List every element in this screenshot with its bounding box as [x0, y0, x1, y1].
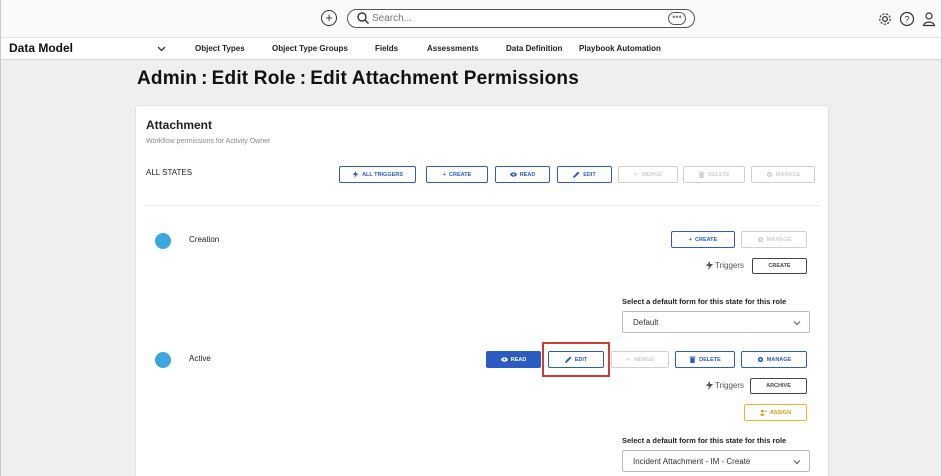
nav-item-object-type-groups[interactable]: Object Type Groups	[272, 44, 348, 53]
all-triggers-label: ALL TRIGGERS	[362, 171, 403, 178]
active-read-label: READ	[510, 356, 527, 363]
svg-text:?: ?	[904, 15, 909, 25]
edit-label: EDIT	[583, 171, 596, 178]
read-label: READ	[519, 171, 536, 178]
trash-icon	[698, 171, 705, 178]
lightning-icon	[706, 381, 713, 390]
card-subtitle: Workflow permissions for Activity Owner	[146, 138, 271, 145]
plus-icon: +	[688, 236, 692, 243]
active-manage-button[interactable]: MANAGE	[741, 351, 807, 368]
state-name-active: Active	[189, 354, 211, 363]
search-icon	[357, 12, 369, 24]
merge-icon: >-	[633, 171, 639, 178]
help-icon[interactable]: ?	[899, 11, 915, 27]
creation-create-label: CREATE	[695, 236, 718, 243]
active-triggers: Triggers	[706, 381, 744, 390]
merge-label: MERGE	[641, 171, 663, 178]
lightning-icon	[706, 261, 713, 270]
nav-item-object-types[interactable]: Object Types	[195, 44, 245, 53]
edit-highlight-box	[542, 342, 610, 377]
more-options-button[interactable]: •••	[668, 12, 686, 25]
search-placeholder: Search...	[372, 13, 413, 24]
assign-label: ASSIGN	[769, 409, 792, 416]
divider	[146, 205, 820, 206]
read-button[interactable]: READ	[495, 166, 550, 183]
nav-item-playbook-automation[interactable]: Playbook Automation	[579, 44, 661, 53]
top-bar: + Search... ••• ?	[1, 0, 941, 38]
plus-circle-icon[interactable]: +	[321, 10, 337, 26]
creation-manage-button[interactable]: MANAGE	[741, 231, 807, 248]
all-triggers-button[interactable]: ALL TRIGGERS	[339, 166, 416, 183]
chevron-down-icon	[793, 460, 801, 465]
creation-triggers-label: Triggers	[715, 261, 745, 270]
edit-button[interactable]: EDIT	[557, 166, 612, 183]
active-form-label: Select a default form for this state for…	[622, 436, 787, 445]
state-name-creation: Creation	[189, 235, 220, 244]
manage-button[interactable]: MANAGE	[751, 166, 815, 183]
plus-icon: +	[442, 171, 446, 178]
nav-title: Data Model	[9, 41, 74, 55]
active-read-button[interactable]: READ	[486, 351, 541, 368]
active-form-value: Incident Attachment - IM - Create	[633, 457, 751, 466]
gear-icon	[757, 356, 763, 363]
active-trigger-archive-label: ARCHIVE	[766, 383, 791, 389]
eye-icon	[509, 172, 517, 177]
active-delete-button[interactable]: DELETE	[675, 351, 735, 368]
creation-triggers: Triggers	[706, 261, 744, 270]
eye-icon	[500, 357, 508, 362]
assign-button[interactable]: ASSIGN	[744, 404, 807, 421]
creation-create-button[interactable]: + CREATE	[671, 231, 735, 248]
nav-item-assessments[interactable]: Assessments	[427, 44, 479, 53]
trash-icon	[689, 356, 696, 363]
manage-label: MANAGE	[775, 171, 801, 178]
active-merge-button[interactable]: >- MERGE	[611, 351, 669, 368]
card-title: Attachment	[146, 118, 213, 132]
active-delete-label: DELETE	[699, 356, 721, 363]
all-states-label: ALL STATES	[146, 168, 193, 177]
lightning-icon	[352, 171, 359, 178]
delete-label: DELETE	[708, 171, 730, 178]
add-user-icon	[759, 409, 767, 416]
gear-icon[interactable]	[877, 11, 893, 27]
state-dot-creation	[155, 233, 171, 249]
delete-button[interactable]: DELETE	[683, 166, 745, 183]
user-icon[interactable]	[921, 11, 937, 27]
creation-trigger-create-button[interactable]: CREATE	[752, 258, 807, 274]
active-triggers-label: Triggers	[715, 381, 745, 390]
gear-icon	[757, 236, 763, 243]
chevron-down-icon	[793, 321, 801, 326]
merge-button[interactable]: >- MERGE	[618, 166, 678, 183]
merge-icon: >-	[625, 356, 631, 363]
creation-form-label: Select a default form for this state for…	[622, 297, 787, 306]
active-manage-label: MANAGE	[766, 356, 792, 363]
create-button[interactable]: + CREATE	[426, 166, 488, 183]
nav-item-fields[interactable]: Fields	[375, 44, 398, 53]
creation-default-form-select[interactable]: Default	[622, 311, 810, 333]
pencil-icon	[573, 171, 580, 178]
gear-icon	[766, 171, 772, 178]
creation-form-value: Default	[633, 318, 659, 327]
active-merge-label: MERGE	[633, 356, 655, 363]
creation-manage-label: MANAGE	[766, 236, 792, 243]
creation-trigger-create-label: CREATE	[768, 263, 791, 269]
active-trigger-archive-button[interactable]: ARCHIVE	[750, 378, 807, 394]
page-title: Admin : Edit Role : Edit Attachment Perm…	[137, 68, 579, 89]
state-dot-active	[155, 352, 171, 368]
active-default-form-select[interactable]: Incident Attachment - IM - Create	[622, 450, 810, 472]
nav-item-data-definition[interactable]: Data Definition	[506, 44, 562, 53]
chevron-down-icon[interactable]	[157, 44, 166, 53]
search-input[interactable]: Search... •••	[347, 9, 695, 28]
permissions-card	[135, 105, 829, 476]
create-label: CREATE	[449, 171, 472, 178]
nav-bar: Data Model Object Types Object Type Grou…	[1, 38, 941, 60]
